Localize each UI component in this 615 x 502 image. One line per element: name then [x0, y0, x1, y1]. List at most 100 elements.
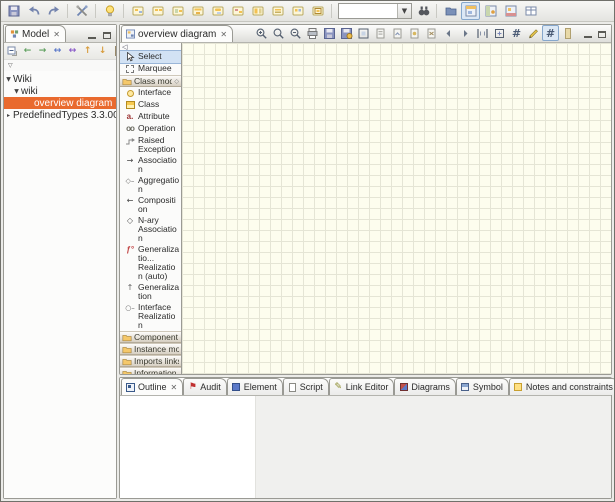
- view-menu-icon[interactable]: ▽: [8, 62, 13, 69]
- tip-of-the-day-button[interactable]: [100, 2, 119, 20]
- tab-link-editor[interactable]: ✎ Link Editor: [329, 378, 395, 395]
- minimize-icon[interactable]: [86, 30, 97, 39]
- tab-element[interactable]: Element: [227, 378, 283, 395]
- search-dropdown-button[interactable]: ▼: [397, 4, 411, 18]
- palette-item-raised-exception[interactable]: Raised Exception: [120, 135, 181, 155]
- undo-button[interactable]: [24, 2, 43, 20]
- move-up-icon[interactable]: ↑: [81, 45, 94, 58]
- outline-thumbnail-area[interactable]: [120, 396, 256, 498]
- close-icon[interactable]: ✕: [220, 30, 227, 39]
- palette-item-select[interactable]: Select: [120, 51, 181, 63]
- drawer-label: Information Flo...: [134, 368, 179, 374]
- tab-diagrams[interactable]: Diagrams: [394, 378, 456, 395]
- palette-drawer-class-model[interactable]: Class model ◇: [120, 75, 181, 87]
- palette-item-operation[interactable]: oo Operation: [120, 123, 181, 135]
- new-diagram-button-7[interactable]: [248, 2, 267, 20]
- palette-drawer-information-flow[interactable]: Information Flo...: [120, 367, 181, 374]
- redo-button[interactable]: [44, 2, 63, 20]
- perspective-table-button[interactable]: [521, 2, 540, 20]
- tab-audit[interactable]: ⚑ Audit: [183, 378, 227, 395]
- palette-item-attribute[interactable]: a. Attribute: [120, 111, 181, 123]
- page-setup-4-button[interactable]: [423, 25, 440, 41]
- maximize-icon[interactable]: [101, 30, 112, 39]
- edit-style-button[interactable]: [525, 25, 542, 41]
- minimize-icon[interactable]: [582, 29, 593, 38]
- navigate-forward-icon[interactable]: →: [36, 45, 49, 58]
- save-button[interactable]: [4, 2, 23, 20]
- collapse-right-button[interactable]: [457, 25, 474, 41]
- palette-item-marquee[interactable]: Marquee: [120, 63, 181, 75]
- new-diagram-button-5[interactable]: [208, 2, 227, 20]
- new-diagram-button-4[interactable]: [188, 2, 207, 20]
- tree-item-predefined-types[interactable]: ▸ PredefinedTypes 3.3.00: [4, 109, 116, 121]
- palette-item-nary-association[interactable]: ◇ N-ary Association: [120, 215, 181, 244]
- tab-notes-and-constraints[interactable]: Notes and constraints: [509, 378, 615, 395]
- perspective-2-button[interactable]: [481, 2, 500, 20]
- diagram-canvas[interactable]: [182, 43, 611, 374]
- show-grid-button[interactable]: #: [508, 25, 525, 41]
- zoom-in-button[interactable]: [253, 25, 270, 41]
- search-input[interactable]: [339, 4, 397, 18]
- related-purple-icon[interactable]: ↔: [66, 45, 79, 58]
- tab-overview-diagram[interactable]: overview diagram ✕: [121, 25, 233, 42]
- close-icon[interactable]: ✕: [171, 383, 178, 392]
- tree-item-wiki-project[interactable]: ▼ Wiki: [4, 73, 116, 85]
- new-diagram-button-6[interactable]: [228, 2, 247, 20]
- zoom-original-button[interactable]: [270, 25, 287, 41]
- palette-item-association[interactable]: → Association: [120, 155, 181, 175]
- collapse-left-button[interactable]: [440, 25, 457, 41]
- palette-item-interface[interactable]: Interface: [120, 87, 181, 99]
- palette-item-label: Operation: [138, 124, 180, 133]
- related-blue-icon[interactable]: ↔: [51, 45, 64, 58]
- palette-item-generalization[interactable]: ↑ Generalization: [120, 282, 181, 302]
- palette-item-composition[interactable]: ← Composition: [120, 195, 181, 215]
- palette-drawer-imports-links[interactable]: Imports links: [120, 355, 181, 367]
- tab-outline[interactable]: Outline ✕: [121, 378, 183, 395]
- one-to-one-button[interactable]: [474, 25, 491, 41]
- maximize-icon[interactable]: [596, 29, 607, 38]
- tab-model[interactable]: Model ✕: [5, 25, 66, 42]
- move-down-icon[interactable]: ↓: [96, 45, 109, 58]
- palette-item-class[interactable]: Class: [120, 99, 181, 111]
- tree-item-overview-diagram[interactable]: overview diagram: [4, 97, 116, 109]
- new-diagram-button-1[interactable]: [128, 2, 147, 20]
- print-button[interactable]: [304, 25, 321, 41]
- perspective-3-button[interactable]: [501, 2, 520, 20]
- new-diagram-icon-2: [151, 4, 165, 18]
- close-icon[interactable]: ✕: [53, 30, 60, 39]
- new-diagram-button-3[interactable]: [168, 2, 187, 20]
- page-setup-1-button[interactable]: [372, 25, 389, 41]
- new-diagram-button-9[interactable]: [288, 2, 307, 20]
- palette-item-interface-realization[interactable]: ○– Interface Realization: [120, 302, 181, 331]
- perspective-modeling-button[interactable]: [461, 2, 480, 20]
- snap-to-grid-button[interactable]: #: [542, 25, 559, 41]
- navigate-back-icon[interactable]: ←: [21, 45, 34, 58]
- fit-height-button[interactable]: [491, 25, 508, 41]
- folder-icon: [122, 333, 132, 342]
- page-setup-2-button[interactable]: [389, 25, 406, 41]
- new-diagram-button-2[interactable]: [148, 2, 167, 20]
- tab-script[interactable]: Script: [283, 378, 329, 395]
- new-diagram-button-8[interactable]: [268, 2, 287, 20]
- fit-to-window-button[interactable]: [355, 25, 372, 41]
- tab-symbol[interactable]: Symbol: [456, 378, 509, 395]
- palette-item-generalization-realization[interactable]: ƒ° Generalizatio... Realization (auto): [120, 244, 181, 282]
- palette-collapse-icon[interactable]: ◁: [122, 43, 127, 51]
- find-button[interactable]: [415, 2, 432, 20]
- palette-drawer-component-model[interactable]: Component mo...: [120, 331, 181, 343]
- drawer-pin-icon[interactable]: ◇: [174, 78, 179, 85]
- save-diagram-button[interactable]: [321, 25, 338, 41]
- expander-icon[interactable]: ▸: [4, 112, 13, 119]
- tree-item-wiki-package[interactable]: ▼ wiki: [4, 85, 116, 97]
- palette-drawer-instance-model[interactable]: Instance model: [120, 343, 181, 355]
- external-tools-button[interactable]: [72, 2, 91, 20]
- page-setup-3-button[interactable]: [406, 25, 423, 41]
- expander-icon[interactable]: ▼: [12, 88, 21, 95]
- new-diagram-button-10[interactable]: [308, 2, 327, 20]
- palette-item-aggregation[interactable]: ◇– Aggregation: [120, 175, 181, 195]
- zoom-out-button[interactable]: [287, 25, 304, 41]
- export-image-button[interactable]: [338, 25, 355, 41]
- open-perspective-button[interactable]: [441, 2, 460, 20]
- expander-icon[interactable]: ▼: [4, 76, 13, 83]
- collapse-all-icon[interactable]: [6, 45, 19, 58]
